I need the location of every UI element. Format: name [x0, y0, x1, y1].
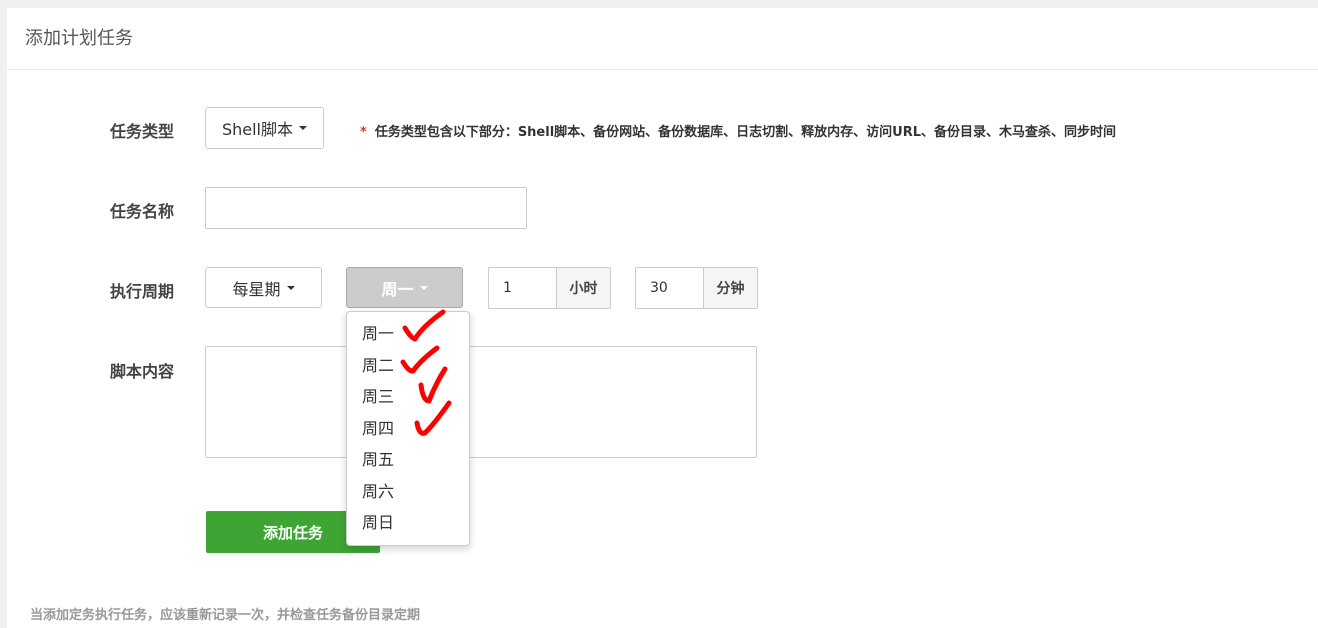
weekday-option-sat[interactable]: 周六 — [347, 476, 469, 508]
weekday-option-fri[interactable]: 周五 — [347, 444, 469, 476]
script-label: 脚本内容 — [110, 362, 175, 381]
task-type-note: * 任务类型包含以下部分：Shell脚本、备份网站、备份数据库、日志切割、释放内存… — [360, 121, 1116, 140]
hour-input-group: 小时 — [488, 267, 611, 309]
minute-input[interactable] — [635, 267, 703, 309]
task-type-dropdown[interactable]: Shell脚本 — [205, 107, 324, 149]
caret-down-icon — [299, 126, 308, 130]
weekday-dropdown-menu: 周一 周二 周三 周四 周五 周六 周日 — [346, 309, 470, 546]
cycle-label: 执行周期 — [110, 282, 175, 301]
weekday-dropdown[interactable]: 周一 — [346, 267, 463, 308]
task-type-value: Shell脚本 — [221, 120, 294, 139]
required-star: * — [360, 125, 367, 140]
task-name-label: 任务名称 — [110, 202, 175, 221]
task-name-input[interactable] — [205, 187, 527, 229]
minute-unit: 分钟 — [703, 267, 758, 309]
hour-unit: 小时 — [556, 267, 611, 309]
task-type-label: 任务类型 — [110, 122, 175, 141]
minute-input-group: 分钟 — [635, 267, 758, 309]
task-type-note-text: 任务类型包含以下部分：Shell脚本、备份网站、备份数据库、日志切割、释放内存、… — [374, 125, 1117, 140]
script-textarea[interactable] — [205, 346, 757, 458]
footer-hint: 当添加定务执行任务，应该重新记录一次，并检查任务备份目录定期 — [30, 608, 421, 623]
weekday-option-sun[interactable]: 周日 — [347, 507, 469, 539]
weekday-value: 周一 — [381, 279, 414, 299]
hour-input[interactable] — [488, 267, 556, 309]
period-value: 每星期 — [232, 279, 281, 299]
panel-title: 添加计划任务 — [7, 8, 1318, 70]
caret-down-icon — [286, 285, 295, 290]
period-dropdown[interactable]: 每星期 — [205, 267, 322, 308]
add-cron-task-panel: 添加计划任务 — [7, 8, 1318, 628]
weekday-option-thu[interactable]: 周四 — [347, 400, 469, 445]
caret-down-icon — [419, 285, 428, 290]
red-check-mark-icon — [414, 400, 452, 436]
